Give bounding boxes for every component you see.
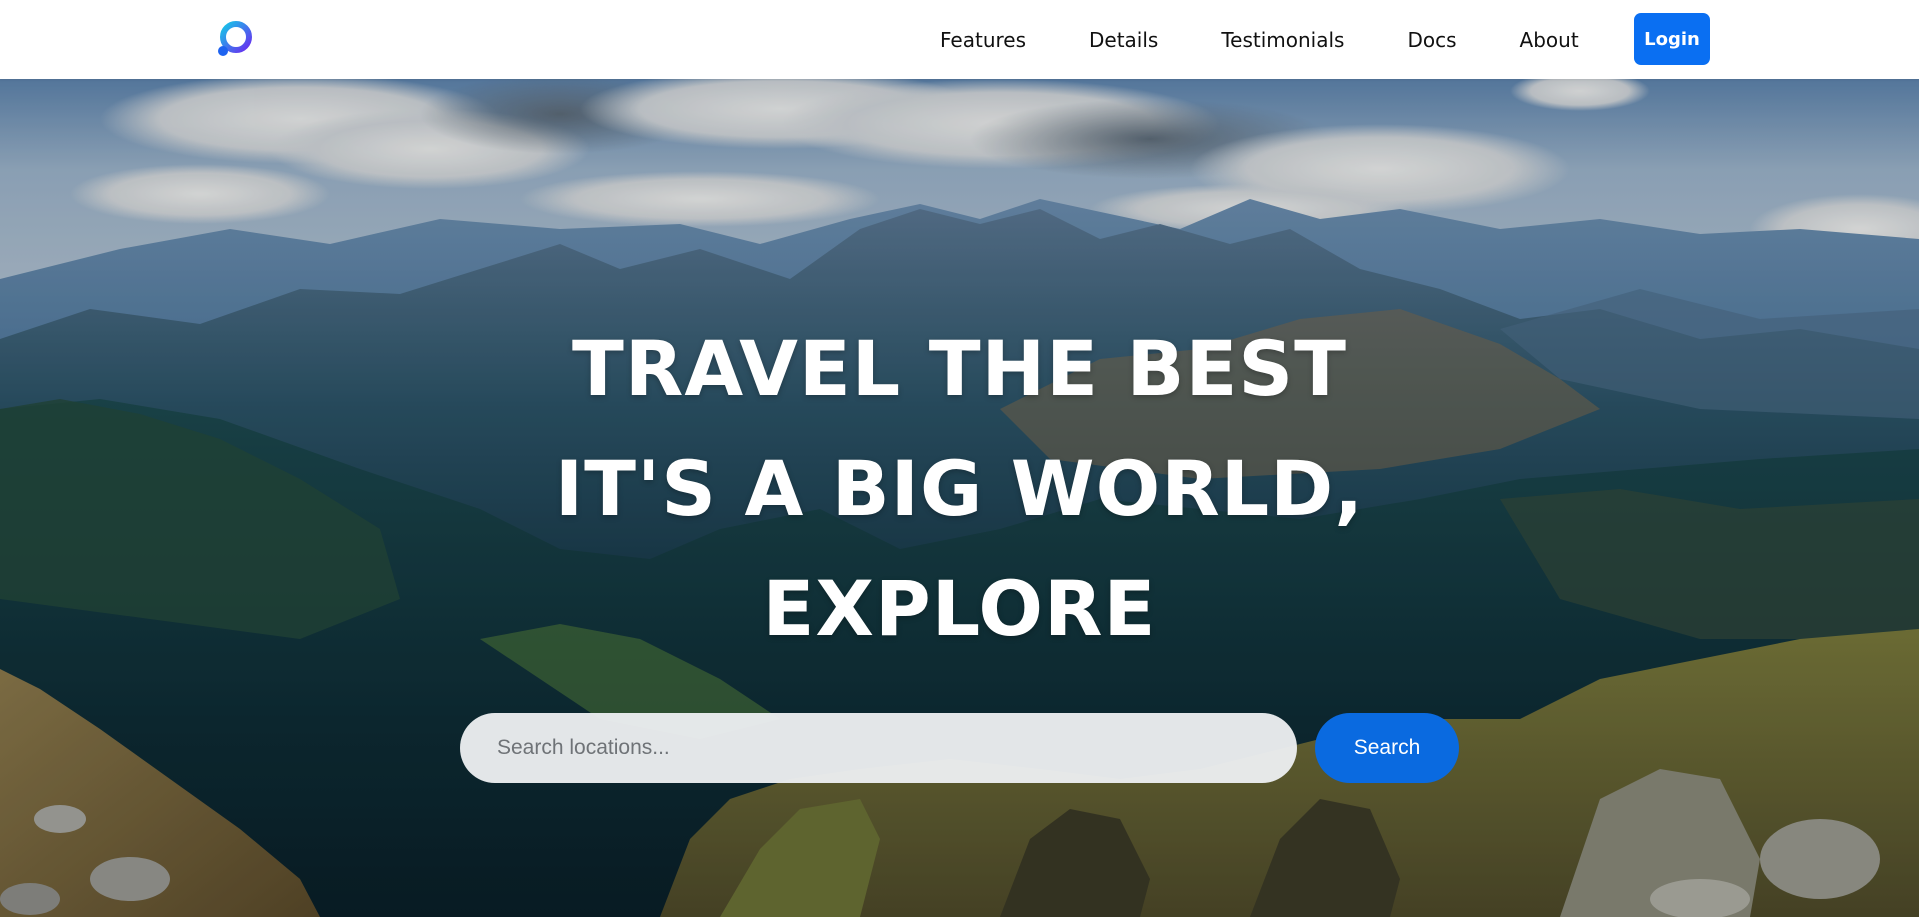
ring-logo-icon[interactable]: [214, 19, 254, 59]
nav-about[interactable]: About: [1520, 28, 1579, 52]
hero-title: TRAVEL THE BEST IT'S A BIG WORLD, EXPLOR…: [0, 309, 1919, 669]
search-button[interactable]: Search: [1315, 713, 1459, 783]
search-input[interactable]: [460, 713, 1297, 783]
nav-docs[interactable]: Docs: [1407, 28, 1456, 52]
main-nav: Features Details Testimonials Docs About: [940, 0, 1622, 79]
nav-testimonials[interactable]: Testimonials: [1221, 28, 1344, 52]
hero-title-line-1: TRAVEL THE BEST: [572, 324, 1347, 413]
hero-section: TRAVEL THE BEST IT'S A BIG WORLD, EXPLOR…: [0, 79, 1919, 917]
nav-details[interactable]: Details: [1089, 28, 1158, 52]
hero-title-line-2: IT'S A BIG WORLD,: [554, 444, 1365, 533]
site-header: Features Details Testimonials Docs About…: [0, 0, 1919, 79]
nav-features[interactable]: Features: [940, 28, 1026, 52]
hero-title-line-3: EXPLORE: [762, 564, 1157, 653]
login-button[interactable]: Login: [1634, 13, 1710, 65]
